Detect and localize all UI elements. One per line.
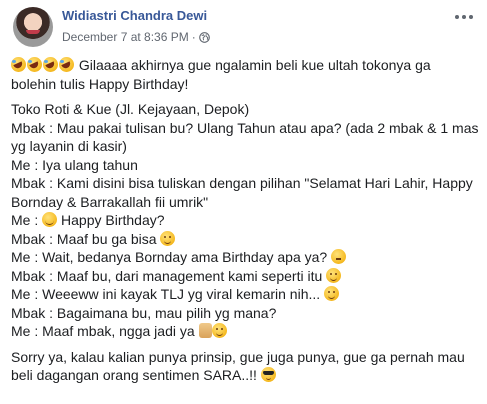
conversation-line: Mbak : Kami disini bisa tuliskan dengan … [11, 175, 473, 210]
conversation-line-wrapper: Me : Maaf mbak, ngga jadi ya [11, 322, 479, 341]
post-closing: Sorry ya, kalau kalian punya prinsip, gu… [11, 348, 479, 385]
conversation-line-wrapper: Mbak : Maaf bu ga bisa [11, 230, 479, 249]
conversation-line-wrapper: Me : Wait, bedanya Bornday ama Birthday … [11, 248, 479, 267]
author-name[interactable]: Widiastri Chandra Dewi [62, 8, 207, 23]
avatar[interactable] [13, 7, 53, 47]
meta-separator: · [191, 30, 196, 44]
post-meta: December 7 at 8:36 PM · [62, 29, 210, 45]
conversation-line: Mbak : Maaf bu ga bisa [11, 230, 157, 247]
conversation: Toko Roti & Kue (Jl. Kejayaan, Depok) Mb… [11, 100, 479, 341]
conversation-line: Me : Iya ulang tahun [11, 156, 138, 173]
conversation-line: Toko Roti & Kue (Jl. Kejayaan, Depok) [11, 101, 250, 117]
sunglasses-emoji [260, 367, 276, 382]
facebook-post: Widiastri Chandra Dewi December 7 at 8:3… [0, 0, 487, 404]
rofl-emoji [27, 57, 42, 72]
conversation-line: Mbak : Maaf bu, dari management kami sep… [11, 267, 323, 284]
conversation-line-wrapper: Me : Weeeww ini kayak TLJ yg viral kemar… [11, 285, 479, 304]
smirk-emoji [211, 323, 227, 338]
conversation-line: Mbak : Bagaimana bu, mau pilih yg mana? [11, 304, 277, 321]
pray-emoji [198, 323, 212, 338]
grin-emoji [42, 212, 58, 227]
post-intro: Gilaaaa akhirnya gue ngalamin beli kue u… [11, 56, 479, 93]
conversation-line-wrapper: Mbak : Maaf bu, dari management kami sep… [11, 267, 479, 286]
conversation-line: Me : Wait, bedanya Bornday ama Birthday … [11, 249, 328, 265]
post-header: Widiastri Chandra Dewi December 7 at 8:3… [13, 7, 475, 47]
post-body: Gilaaaa akhirnya gue ngalamin beli kue u… [11, 56, 479, 392]
intro-text: Gilaaaa akhirnya gue ngalamin beli kue u… [11, 57, 431, 92]
more-options-icon[interactable] [453, 9, 475, 25]
conversation-line: Happy Birthday? [61, 212, 165, 228]
conversation-line: Me : [11, 212, 39, 228]
smirk-emoji [326, 267, 342, 283]
globe-icon[interactable] [198, 31, 210, 43]
conversation-line: Mbak : Mau pakai tulisan bu? Ulang Tahun… [11, 119, 479, 155]
smirk-emoji [324, 286, 340, 301]
rofl-emoji [59, 57, 74, 72]
timestamp[interactable]: December 7 at 8:36 PM [62, 30, 189, 44]
conversation-line-wrapper: Me : Happy Birthday? [11, 211, 479, 230]
conversation-line: Me : Weeeww ini kayak TLJ yg viral kemar… [11, 286, 321, 302]
smirk-emoji [160, 230, 176, 246]
conversation-line: Me : Maaf mbak, ngga jadi ya [11, 323, 195, 339]
rofl-emoji [11, 57, 26, 72]
thinking-emoji [331, 249, 347, 264]
rofl-emoji [43, 57, 58, 72]
closing-text: Sorry ya, kalau kalian punya prinsip, gu… [11, 348, 465, 384]
